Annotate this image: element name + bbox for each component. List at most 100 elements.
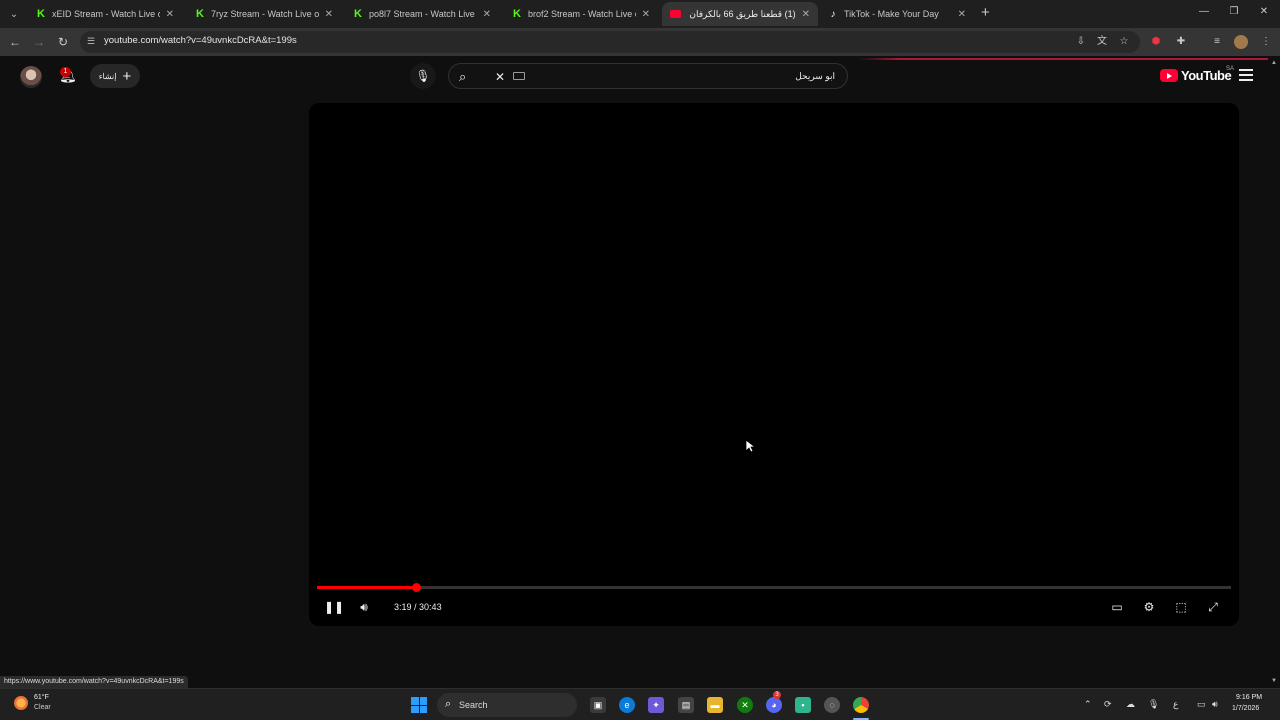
- close-window-icon[interactable]: ✕: [1256, 6, 1272, 17]
- plus-icon: +: [122, 67, 132, 85]
- tab-search-icon[interactable]: ⌄: [4, 4, 24, 24]
- create-label: إنشاء: [98, 71, 117, 81]
- more-menu-icon[interactable]: ⋮: [1259, 35, 1273, 49]
- close-icon[interactable]: ✕: [958, 9, 966, 20]
- kick-icon: K: [354, 8, 362, 20]
- kick-icon: K: [513, 8, 521, 20]
- mouse-cursor-icon: [745, 439, 755, 453]
- discord-icon[interactable]: ◕: [766, 697, 782, 713]
- tray-overflow-icon[interactable]: ⌃: [1084, 699, 1092, 710]
- bookmark-star-icon[interactable]: ☆: [1117, 35, 1131, 49]
- browser-tab-active[interactable]: (1) قطعنا طريق 66 بالكرفان امر ✕: [662, 2, 818, 26]
- translate-icon[interactable]: 文: [1095, 35, 1109, 49]
- profile-avatar-icon[interactable]: [1234, 35, 1248, 49]
- app-icon[interactable]: ◌: [824, 697, 840, 713]
- clear-search-icon[interactable]: ✕: [495, 69, 505, 85]
- search-icon[interactable]: ⌕: [459, 69, 475, 85]
- guide-menu-icon[interactable]: [1239, 69, 1253, 81]
- search-query-text[interactable]: ابو سريحل: [795, 71, 835, 82]
- settings-gear-icon[interactable]: ⚙: [1141, 599, 1157, 615]
- copilot-icon[interactable]: ✦: [648, 697, 664, 713]
- scroll-up-icon[interactable]: ▲: [1271, 60, 1277, 66]
- site-info-icon[interactable]: ☰: [87, 36, 97, 46]
- forward-arrow-icon[interactable]: →: [31, 34, 47, 50]
- country-code: SA: [1226, 66, 1235, 72]
- browser-tab[interactable]: K brof2 Stream - Watch Live on Ki ✕: [504, 2, 658, 26]
- reload-icon[interactable]: ↻: [55, 34, 71, 50]
- restore-icon[interactable]: ❐: [1226, 6, 1242, 17]
- clock-date[interactable]: 1/7/2026: [1232, 705, 1259, 712]
- scrubber-handle[interactable]: [411, 583, 421, 592]
- task-view-icon[interactable]: ▣: [590, 697, 606, 713]
- reading-list-icon[interactable]: ≡: [1210, 35, 1224, 49]
- pause-icon[interactable]: ❚❚: [324, 599, 344, 615]
- progress-accent-line: [858, 58, 1268, 60]
- search-input[interactable]: ⌕ ✕ ابو سريحل: [448, 63, 848, 89]
- scroll-down-icon[interactable]: ▼: [1271, 678, 1277, 684]
- app-icon[interactable]: ▪: [795, 697, 811, 713]
- notification-badge: 3: [773, 691, 781, 699]
- youtube-icon: [670, 10, 681, 18]
- search-icon: ⌕: [445, 698, 452, 710]
- voice-search-button[interactable]: 🎙︎: [410, 63, 436, 89]
- install-app-icon[interactable]: ⇩: [1074, 35, 1088, 49]
- extension-badge-icon[interactable]: ⬢: [1149, 35, 1163, 49]
- keyboard-icon[interactable]: [513, 72, 525, 80]
- browser-tab[interactable]: ♪ TikTok - Make Your Day ✕: [820, 2, 974, 26]
- address-bar[interactable]: ☰ youtube.com/watch?v=49uvnkcDcRA&t=199s: [80, 31, 1140, 53]
- subtitles-icon[interactable]: ▭: [1109, 599, 1125, 615]
- tiktok-icon: ♪: [830, 8, 836, 20]
- create-button[interactable]: إنشاء +: [90, 64, 140, 88]
- chrome-icon[interactable]: [853, 697, 869, 713]
- onedrive-icon[interactable]: ☁: [1126, 699, 1135, 710]
- tab-title: (1) قطعنا طريق 66 بالكرفان امر: [687, 8, 796, 19]
- taskbar-search[interactable]: ⌕ Search: [437, 693, 577, 717]
- weather-condition[interactable]: Clear: [34, 704, 51, 711]
- minimize-icon[interactable]: —: [1196, 6, 1212, 17]
- store-icon[interactable]: ▤: [678, 697, 694, 713]
- time-total: 30:43: [419, 602, 442, 612]
- windows-start-icon[interactable]: [411, 697, 427, 713]
- notification-badge: 1: [60, 67, 71, 77]
- youtube-play-icon: [1160, 69, 1178, 82]
- close-icon[interactable]: ✕: [802, 9, 810, 20]
- close-icon[interactable]: ✕: [642, 9, 650, 20]
- tab-title: brof2 Stream - Watch Live on Ki: [528, 9, 636, 19]
- theater-mode-icon[interactable]: ⬚: [1173, 599, 1189, 615]
- language-icon[interactable]: ع: [1173, 699, 1178, 710]
- fullscreen-icon[interactable]: ⤢: [1205, 599, 1221, 615]
- taskbar-search-label: Search: [459, 700, 488, 710]
- browser-toolbar: ← → ↻ ☰ youtube.com/watch?v=49uvnkcDcRA&…: [0, 28, 1280, 56]
- close-icon[interactable]: ✕: [483, 9, 491, 20]
- avatar[interactable]: [20, 66, 42, 88]
- new-tab-button[interactable]: +: [981, 5, 990, 21]
- time-separator: /: [411, 602, 420, 612]
- video-player[interactable]: ❚❚ 🔊︎ 3:19 / 30:43 ▭ ⚙ ⬚ ⤢: [309, 103, 1239, 626]
- browser-tab[interactable]: K po8l7 Stream - Watch Live on K ✕: [345, 2, 499, 26]
- edge-icon[interactable]: e: [619, 697, 635, 713]
- close-icon[interactable]: ✕: [325, 9, 333, 20]
- url-text[interactable]: youtube.com/watch?v=49uvnkcDcRA&t=199s: [104, 35, 297, 46]
- xbox-icon[interactable]: ✕: [737, 697, 753, 713]
- volume-icon[interactable]: 🔊︎: [357, 599, 371, 615]
- tab-title: 7ryz Stream - Watch Live on Ki: [211, 9, 319, 19]
- time-display: 3:19 / 30:43: [394, 602, 442, 612]
- youtube-logo[interactable]: YouTube SA: [1160, 66, 1235, 83]
- progress-bar[interactable]: [317, 583, 1231, 592]
- sync-icon[interactable]: ⟳: [1104, 699, 1112, 710]
- kick-icon: K: [196, 8, 204, 20]
- tab-title: xEID Stream - Watch Live on Ki: [52, 9, 160, 19]
- browser-tab[interactable]: K xEID Stream - Watch Live on Ki ✕: [28, 2, 182, 26]
- browser-tab-strip: ⌄ K xEID Stream - Watch Live on Ki ✕ K 7…: [0, 0, 1280, 28]
- speaker-icon[interactable]: 🔊︎: [1212, 699, 1218, 710]
- close-icon[interactable]: ✕: [166, 9, 174, 20]
- back-arrow-icon[interactable]: ←: [7, 34, 23, 50]
- extensions-icon[interactable]: ✚: [1174, 35, 1188, 49]
- microphone-tray-icon[interactable]: 🎙︎: [1148, 699, 1159, 710]
- file-explorer-icon[interactable]: ▬: [707, 697, 723, 713]
- weather-temperature[interactable]: 61°F: [34, 694, 49, 701]
- network-icon[interactable]: ▭: [1197, 699, 1206, 710]
- weather-icon[interactable]: [14, 696, 28, 710]
- clock-time[interactable]: 9:16 PM: [1236, 694, 1262, 701]
- browser-tab[interactable]: K 7ryz Stream - Watch Live on Ki ✕: [187, 2, 341, 26]
